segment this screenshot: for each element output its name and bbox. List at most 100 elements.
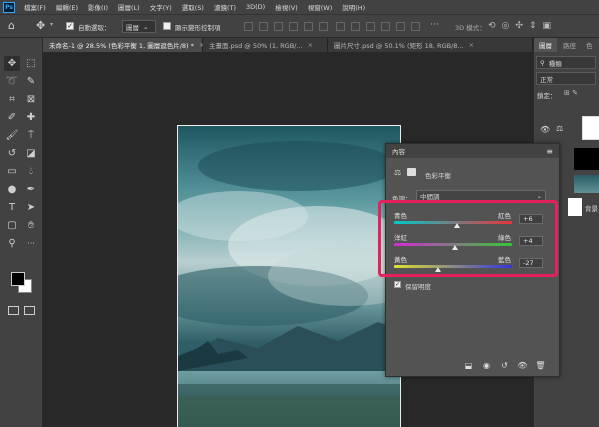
close-icon[interactable]: × [469, 41, 474, 49]
menu-type[interactable]: 文字(Y) [145, 2, 177, 12]
more-tools-icon[interactable]: ··· [23, 236, 39, 251]
history-brush-tool-icon[interactable]: ↺ [4, 146, 20, 161]
visibility-icon[interactable]: 👁︎ [517, 361, 527, 370]
options-bar: ⌂ ✥ ▾ ✓ 自動選取： 圖層 ⌄ 顯示變形控制項 ··· 3D 模式： ⟲ … [0, 14, 599, 38]
3d-roll-icon[interactable]: ◎ [502, 21, 510, 31]
healing-brush-tool-icon[interactable]: ✚ [23, 110, 39, 125]
view-previous-icon[interactable]: ◉ [482, 361, 491, 370]
menu-3d[interactable]: 3D(D) [241, 3, 270, 11]
layer-mask-thumbnail[interactable] [582, 116, 599, 140]
gradient-tool-icon[interactable]: ▭ [4, 164, 20, 179]
align-top-icon[interactable] [244, 22, 253, 31]
layer-thumbnail-3[interactable] [574, 175, 599, 193]
crop-tool-icon[interactable]: ⌗ [4, 92, 20, 107]
dodge-tool-icon[interactable]: ● [4, 182, 20, 197]
auto-select-dropdown[interactable]: 圖層 ⌄ [122, 20, 156, 33]
menu-image[interactable]: 影像(I) [83, 2, 113, 12]
zoom-tool-icon[interactable]: ⚲ [4, 236, 20, 251]
3d-camera-icon[interactable]: ▣ [543, 21, 552, 31]
screen-mode-icon[interactable] [24, 306, 35, 315]
align-hcenter-icon[interactable] [304, 22, 313, 31]
hand-tool-icon[interactable]: ✋︎ [23, 218, 39, 233]
brush-tool-icon[interactable]: 🖌︎ [4, 128, 20, 143]
mask-icon[interactable] [407, 168, 416, 176]
background-layer-name: 背景 [585, 205, 598, 213]
quick-select-tool-icon[interactable]: ✎ [23, 74, 39, 89]
transform-controls-checkbox[interactable] [163, 22, 171, 30]
eyedropper-tool-icon[interactable]: ✐ [4, 110, 20, 125]
align-left-icon[interactable] [289, 22, 298, 31]
align-right-icon[interactable] [319, 22, 328, 31]
tab-label: 圖片尺寸.psd @ 50.1% (矩形 18, RGB/8... [334, 42, 464, 50]
tab-layers[interactable]: 圖層 [534, 38, 557, 52]
menu-help[interactable]: 說明(H) [337, 2, 370, 12]
move-tool-icon[interactable]: ✥ [36, 19, 45, 32]
frame-tool-icon[interactable]: ⊠ [23, 92, 39, 107]
preserve-luminosity-label: 保留明度 [405, 283, 431, 291]
preserve-luminosity-checkbox[interactable]: ✓ [394, 281, 401, 288]
menu-layer[interactable]: 圖層(L) [113, 2, 145, 12]
chevron-down-icon: ⌄ [536, 192, 542, 200]
menu-edit[interactable]: 編輯(E) [51, 2, 83, 12]
clip-to-layer-icon[interactable]: ⬓ [464, 361, 473, 370]
panel-menu-icon[interactable]: ≡ [546, 147, 553, 156]
lock-icons[interactable]: ⊞ ✎ [564, 89, 578, 97]
distribute-top-icon[interactable] [336, 22, 345, 31]
distribute-bottom-icon[interactable] [366, 22, 375, 31]
tab-paths[interactable]: 路徑 [558, 38, 581, 52]
3d-pan-icon[interactable]: ✣ [515, 21, 523, 31]
distribute-vcenter-icon[interactable] [351, 22, 360, 31]
menu-filter[interactable]: 濾鏡(T) [209, 2, 241, 12]
menu-window[interactable]: 視窗(W) [303, 2, 338, 12]
color-balance-icon: ⚖ [556, 124, 564, 133]
menu-select[interactable]: 選取(S) [177, 2, 209, 12]
menu-view[interactable]: 檢視(V) [270, 2, 303, 12]
more-options-icon[interactable]: ··· [430, 20, 439, 30]
distribute-right-icon[interactable] [411, 22, 420, 31]
type-tool-icon[interactable]: T [4, 200, 20, 215]
home-icon[interactable]: ⌂ [8, 19, 15, 32]
layer-thumbnail-2[interactable] [574, 148, 599, 170]
auto-select-checkbox[interactable]: ✓ [66, 22, 74, 30]
distribute-left-icon[interactable] [381, 22, 390, 31]
distribute-buttons [336, 22, 420, 31]
lock-label: 鎖定： [537, 92, 557, 100]
lasso-tool-icon[interactable]: ➰ [4, 74, 20, 89]
tab-document-1[interactable]: 未命名-1 @ 28.5% (色彩平衡 1, 圖層遮色片/8) * × [43, 38, 204, 52]
menu-bar: Ps 檔案(F) 編輯(E) 影像(I) 圖層(L) 文字(Y) 選取(S) 濾… [0, 0, 599, 14]
layer-filter-dropdown[interactable]: ⚲ 種類 [536, 56, 596, 69]
background-layer-thumbnail[interactable] [568, 198, 582, 216]
tab-document-3[interactable]: 圖片尺寸.psd @ 50.1% (矩形 18, RGB/8... × [328, 38, 533, 52]
path-select-tool-icon[interactable]: ➤ [23, 200, 39, 215]
photoshop-logo: Ps [3, 1, 15, 13]
close-icon[interactable]: × [308, 41, 313, 49]
distribute-hcenter-icon[interactable] [396, 22, 405, 31]
trash-icon[interactable]: 🗑︎ [535, 361, 545, 370]
canvas-image[interactable] [177, 125, 401, 427]
pen-tool-icon[interactable]: ✒ [23, 182, 39, 197]
menu-file[interactable]: 檔案(F) [19, 2, 51, 12]
marquee-tool-icon[interactable]: ⬚ [23, 56, 39, 71]
tab-channels[interactable]: 色 [581, 38, 598, 52]
sliders-highlight-frame [378, 200, 558, 277]
reset-icon[interactable]: ↺ [500, 361, 509, 370]
auto-select-label: 自動選取： [78, 24, 111, 32]
stamp-tool-icon[interactable]: ⍑ [23, 128, 39, 143]
rectangle-tool-icon[interactable]: ▢ [4, 218, 20, 233]
blend-mode-dropdown[interactable]: 正常 [536, 72, 596, 85]
eraser-tool-icon[interactable]: ◪ [23, 146, 39, 161]
tab-document-2[interactable]: 主畫面.psd @ 50% (1, RGB/... × [203, 38, 328, 52]
tool-preset-chevron-icon[interactable]: ▾ [50, 21, 53, 28]
align-bottom-icon[interactable] [274, 22, 283, 31]
3d-slide-icon[interactable]: ⇕ [529, 21, 537, 31]
visibility-icon[interactable]: 👁︎ [540, 125, 550, 134]
align-vcenter-icon[interactable] [259, 22, 268, 31]
3d-rotate-icon[interactable]: ⟲ [488, 21, 496, 31]
blur-tool-icon[interactable]: 💧︎ [23, 164, 39, 179]
adjustment-name: 色彩平衡 [425, 172, 451, 180]
quick-mask-icon[interactable] [8, 306, 19, 315]
move-tool-icon[interactable]: ✥ [4, 56, 20, 71]
tab-label: 主畫面.psd @ 50% (1, RGB/... [209, 42, 303, 50]
foreground-color-front[interactable] [11, 272, 25, 286]
color-balance-icon: ⚖ [394, 168, 402, 177]
